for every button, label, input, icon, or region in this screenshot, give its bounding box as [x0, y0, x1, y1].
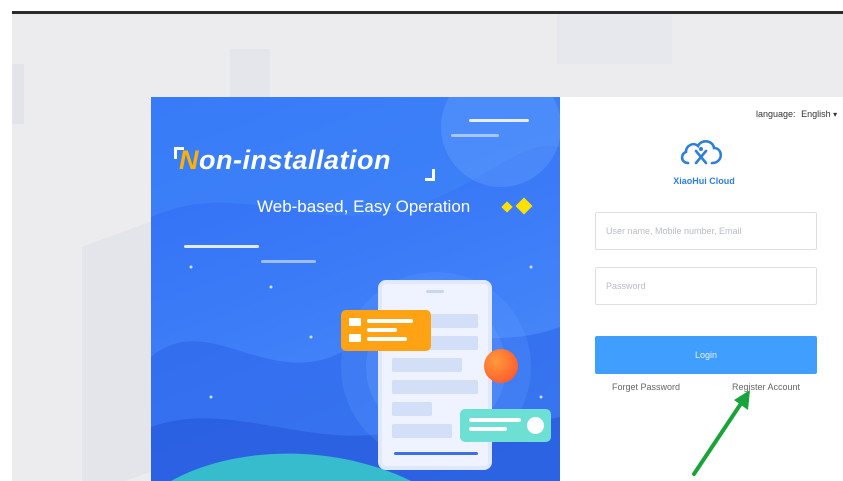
- phone-home-bar: [394, 452, 478, 455]
- phone-row: [392, 402, 432, 416]
- headline-text: on-installation: [199, 145, 391, 175]
- brand-name: XiaoHui Cloud: [673, 176, 735, 186]
- password-input[interactable]: [595, 267, 817, 305]
- left-margin: [0, 14, 12, 481]
- forget-password-link[interactable]: Forget Password: [612, 382, 680, 392]
- bg-shape: [82, 221, 152, 481]
- phone-row: [392, 424, 452, 438]
- headline-accent-letter: N: [179, 145, 199, 175]
- teal-card-illustration: [460, 409, 551, 442]
- headline-bracket-right: [425, 169, 435, 181]
- username-input[interactable]: [595, 212, 817, 250]
- bg-shape: [557, 14, 672, 64]
- green-arrow-icon: [692, 390, 750, 476]
- login-button[interactable]: Login: [595, 336, 817, 374]
- card-square: [349, 334, 361, 342]
- language-value[interactable]: English: [801, 109, 831, 119]
- cloud-logo-icon: [680, 140, 723, 165]
- light-streak: [469, 119, 529, 122]
- orange-card-illustration: [341, 310, 431, 351]
- card-dot: [527, 417, 544, 434]
- card-line: [469, 427, 507, 431]
- language-label: language:: [756, 109, 796, 119]
- orange-ball-illustration: [484, 349, 518, 383]
- phone-row: [392, 358, 462, 372]
- card-line: [367, 328, 397, 332]
- promo-banner: Non-installation Web-based, Easy Operati…: [151, 97, 560, 481]
- language-switcher[interactable]: language: English ▾: [756, 109, 837, 119]
- light-streak: [261, 260, 316, 263]
- bg-shape: [12, 64, 24, 124]
- bg-shape: [230, 49, 270, 104]
- card-line: [367, 319, 413, 323]
- card-line: [367, 337, 407, 341]
- phone-row: [392, 380, 478, 394]
- light-streak: [451, 134, 499, 137]
- caret-down-icon: ▾: [833, 110, 838, 119]
- banner-subtitle: Web-based, Easy Operation: [257, 197, 471, 216]
- card-line: [469, 418, 521, 422]
- phone-speaker: [426, 290, 444, 293]
- light-streak: [184, 245, 259, 248]
- banner-headline: Non-installation: [179, 145, 391, 176]
- card-square: [349, 318, 361, 326]
